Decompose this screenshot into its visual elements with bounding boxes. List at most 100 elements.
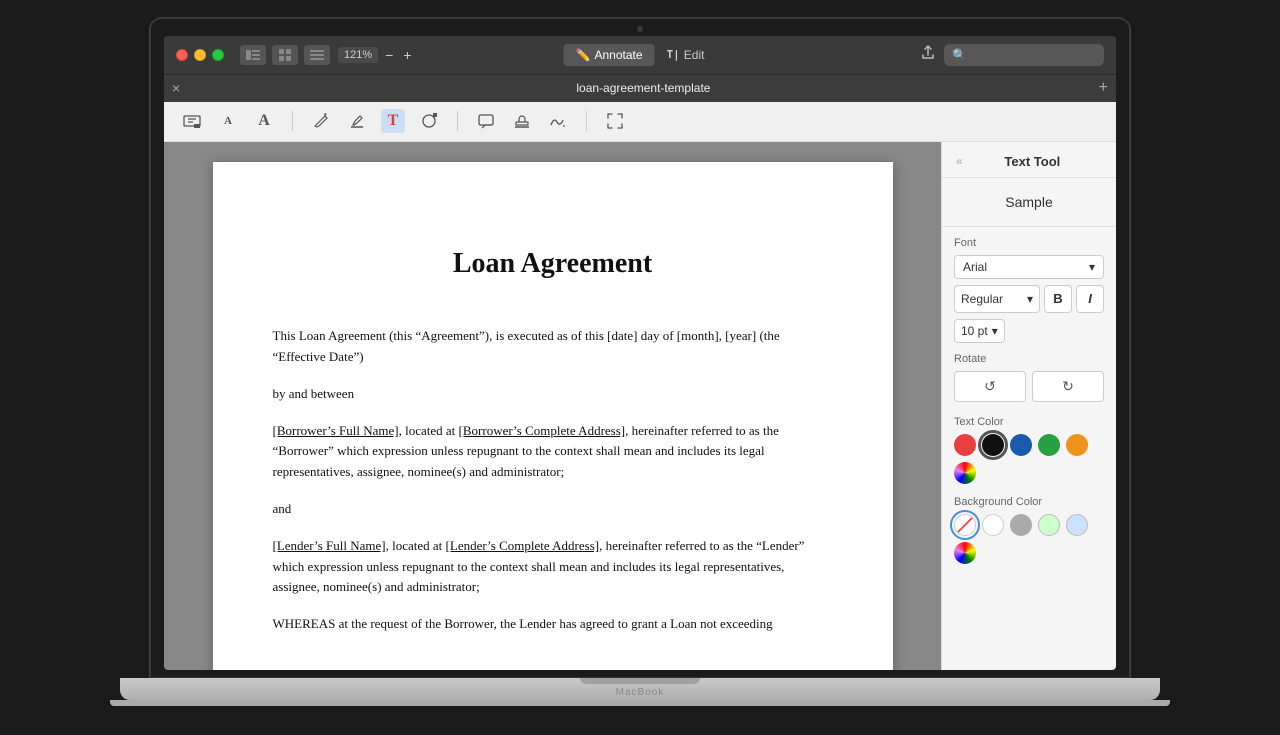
bg-color-section: Background Color <box>942 490 1116 570</box>
font-size-row: 10 pt ▾ <box>954 319 1104 343</box>
italic-button[interactable]: I <box>1076 285 1104 313</box>
titlebar-right: 🔍 <box>920 44 1104 66</box>
doc-tab-title: loan-agreement-template <box>188 81 1098 95</box>
zoom-level[interactable]: 121% <box>338 47 378 63</box>
zoom-in-button[interactable]: + <box>400 47 414 63</box>
font-name: Arial <box>963 260 987 274</box>
titlebar-tabs: ✏️ Annotate T| Edit <box>564 44 717 66</box>
macbook-foot <box>110 700 1170 706</box>
text-color-black[interactable] <box>982 434 1004 456</box>
doc-tabbar: × loan-agreement-template + <box>164 74 1116 102</box>
text-color-orange[interactable] <box>1066 434 1088 456</box>
list-view-button[interactable] <box>304 45 330 65</box>
titlebar: 121% − + ✏️ Annotate T| Edit <box>164 36 1116 74</box>
edit-label: Edit <box>684 48 705 62</box>
para-lender: [Lender’s Full Name], located at [Lender… <box>273 536 833 598</box>
text-color-label: Text Color <box>954 416 1104 428</box>
add-tab-button[interactable]: + <box>1099 79 1108 97</box>
rotate-ccw-button[interactable]: ↺ <box>954 371 1026 402</box>
close-window-button[interactable] <box>176 49 188 61</box>
bg-color-white[interactable] <box>982 514 1004 536</box>
rotate-label: Rotate <box>954 353 1104 365</box>
panel-header: « Text Tool <box>942 142 1116 178</box>
para-2: by and between <box>273 384 833 405</box>
zoom-out-button[interactable]: − <box>382 47 396 63</box>
annotate-label: Annotate <box>594 48 642 62</box>
redact-tool-button[interactable] <box>180 109 204 133</box>
pdf-viewer[interactable]: Loan Agreement This Loan Agreement (this… <box>164 142 941 670</box>
separator-2 <box>457 111 458 131</box>
search-wrapper: 🔍 <box>944 44 1104 66</box>
edit-tab[interactable]: T| Edit <box>655 44 717 66</box>
bold-button[interactable]: B <box>1044 285 1072 313</box>
lender-address: [Lender’s Complete Address] <box>446 538 600 553</box>
share-button[interactable] <box>920 45 936 64</box>
size-chevron-icon: ▾ <box>992 324 998 338</box>
rotate-cw-button[interactable]: ↻ <box>1032 371 1104 402</box>
signature-tool-button[interactable] <box>546 109 570 133</box>
minimize-window-button[interactable] <box>194 49 206 61</box>
comment-tool-button[interactable] <box>474 109 498 133</box>
camera-dot <box>637 26 643 32</box>
font-size-select[interactable]: 10 pt ▾ <box>954 319 1005 343</box>
bg-color-rainbow[interactable] <box>954 542 976 564</box>
text-color-rainbow[interactable] <box>954 462 976 484</box>
pdf-page: Loan Agreement This Loan Agreement (this… <box>213 162 893 670</box>
search-input[interactable] <box>944 44 1104 66</box>
text-color-dark-blue[interactable] <box>1010 434 1032 456</box>
edit-icon: T| <box>667 48 680 61</box>
bg-color-row <box>954 514 1104 564</box>
bg-color-transparent[interactable] <box>954 514 976 536</box>
style-chevron-icon: ▾ <box>1027 292 1033 306</box>
font-label: Font <box>954 237 1104 249</box>
traffic-lights <box>176 49 224 61</box>
annotation-toolbar: A A T <box>164 102 1116 142</box>
bg-color-gray[interactable] <box>1010 514 1032 536</box>
borrower-address: [Borrower’s Complete Address] <box>459 423 626 438</box>
borrower-name: [Borrower’s Full Name] <box>273 423 399 438</box>
panel-sample-text: Sample <box>942 178 1116 227</box>
para-borrower: [Borrower’s Full Name], located at [Borr… <box>273 421 833 483</box>
sidebar-toggle-button[interactable] <box>240 45 266 65</box>
macbook-label: MacBook <box>616 687 665 698</box>
font-small-button[interactable]: A <box>216 109 240 133</box>
grid-view-button[interactable] <box>272 45 298 65</box>
panel-title: Text Tool <box>963 154 1102 169</box>
style-label: Regular <box>961 292 1003 306</box>
fullscreen-window-button[interactable] <box>212 49 224 61</box>
macbook-base: MacBook <box>120 678 1160 700</box>
stamp-tool-button[interactable] <box>510 109 534 133</box>
para-and: and <box>273 499 833 520</box>
font-family-select[interactable]: Arial ▾ <box>954 255 1104 279</box>
close-doc-button[interactable]: × <box>172 80 180 96</box>
font-large-button[interactable]: A <box>252 109 276 133</box>
font-style-select[interactable]: Regular ▾ <box>954 285 1040 313</box>
panel-collapse-button[interactable]: « <box>956 154 963 168</box>
right-panel: « Text Tool Sample Font Arial ▾ R <box>941 142 1116 670</box>
text-color-green[interactable] <box>1038 434 1060 456</box>
separator-3 <box>586 111 587 131</box>
text-tool-button[interactable]: T <box>381 109 405 133</box>
text-color-row <box>954 434 1104 484</box>
pencil-tool-button[interactable] <box>309 109 333 133</box>
pdf-title: Loan Agreement <box>273 242 833 287</box>
zoom-controls: 121% − + <box>338 47 415 63</box>
shape-tool-button[interactable] <box>417 109 441 133</box>
expand-tool-button[interactable] <box>603 109 627 133</box>
annotate-tab[interactable]: ✏️ Annotate <box>564 44 655 66</box>
rotate-row: ↺ ↻ <box>954 371 1104 402</box>
sidebar-toggle-icons <box>240 45 330 65</box>
highlight-tool-button[interactable] <box>345 109 369 133</box>
font-chevron-icon: ▾ <box>1089 260 1095 274</box>
pdf-body: This Loan Agreement (this “Agreement”), … <box>273 326 833 635</box>
rotate-section: Rotate ↺ ↻ <box>942 353 1116 410</box>
lender-name: [Lender’s Full Name] <box>273 538 386 553</box>
text-color-section: Text Color <box>942 410 1116 490</box>
separator-1 <box>292 111 293 131</box>
text-color-red[interactable] <box>954 434 976 456</box>
bg-color-light-green[interactable] <box>1038 514 1060 536</box>
annotate-icon: ✏️ <box>576 48 591 62</box>
font-style-row: Regular ▾ B I <box>954 285 1104 313</box>
size-label: 10 pt <box>961 324 988 338</box>
bg-color-light-blue[interactable] <box>1066 514 1088 536</box>
